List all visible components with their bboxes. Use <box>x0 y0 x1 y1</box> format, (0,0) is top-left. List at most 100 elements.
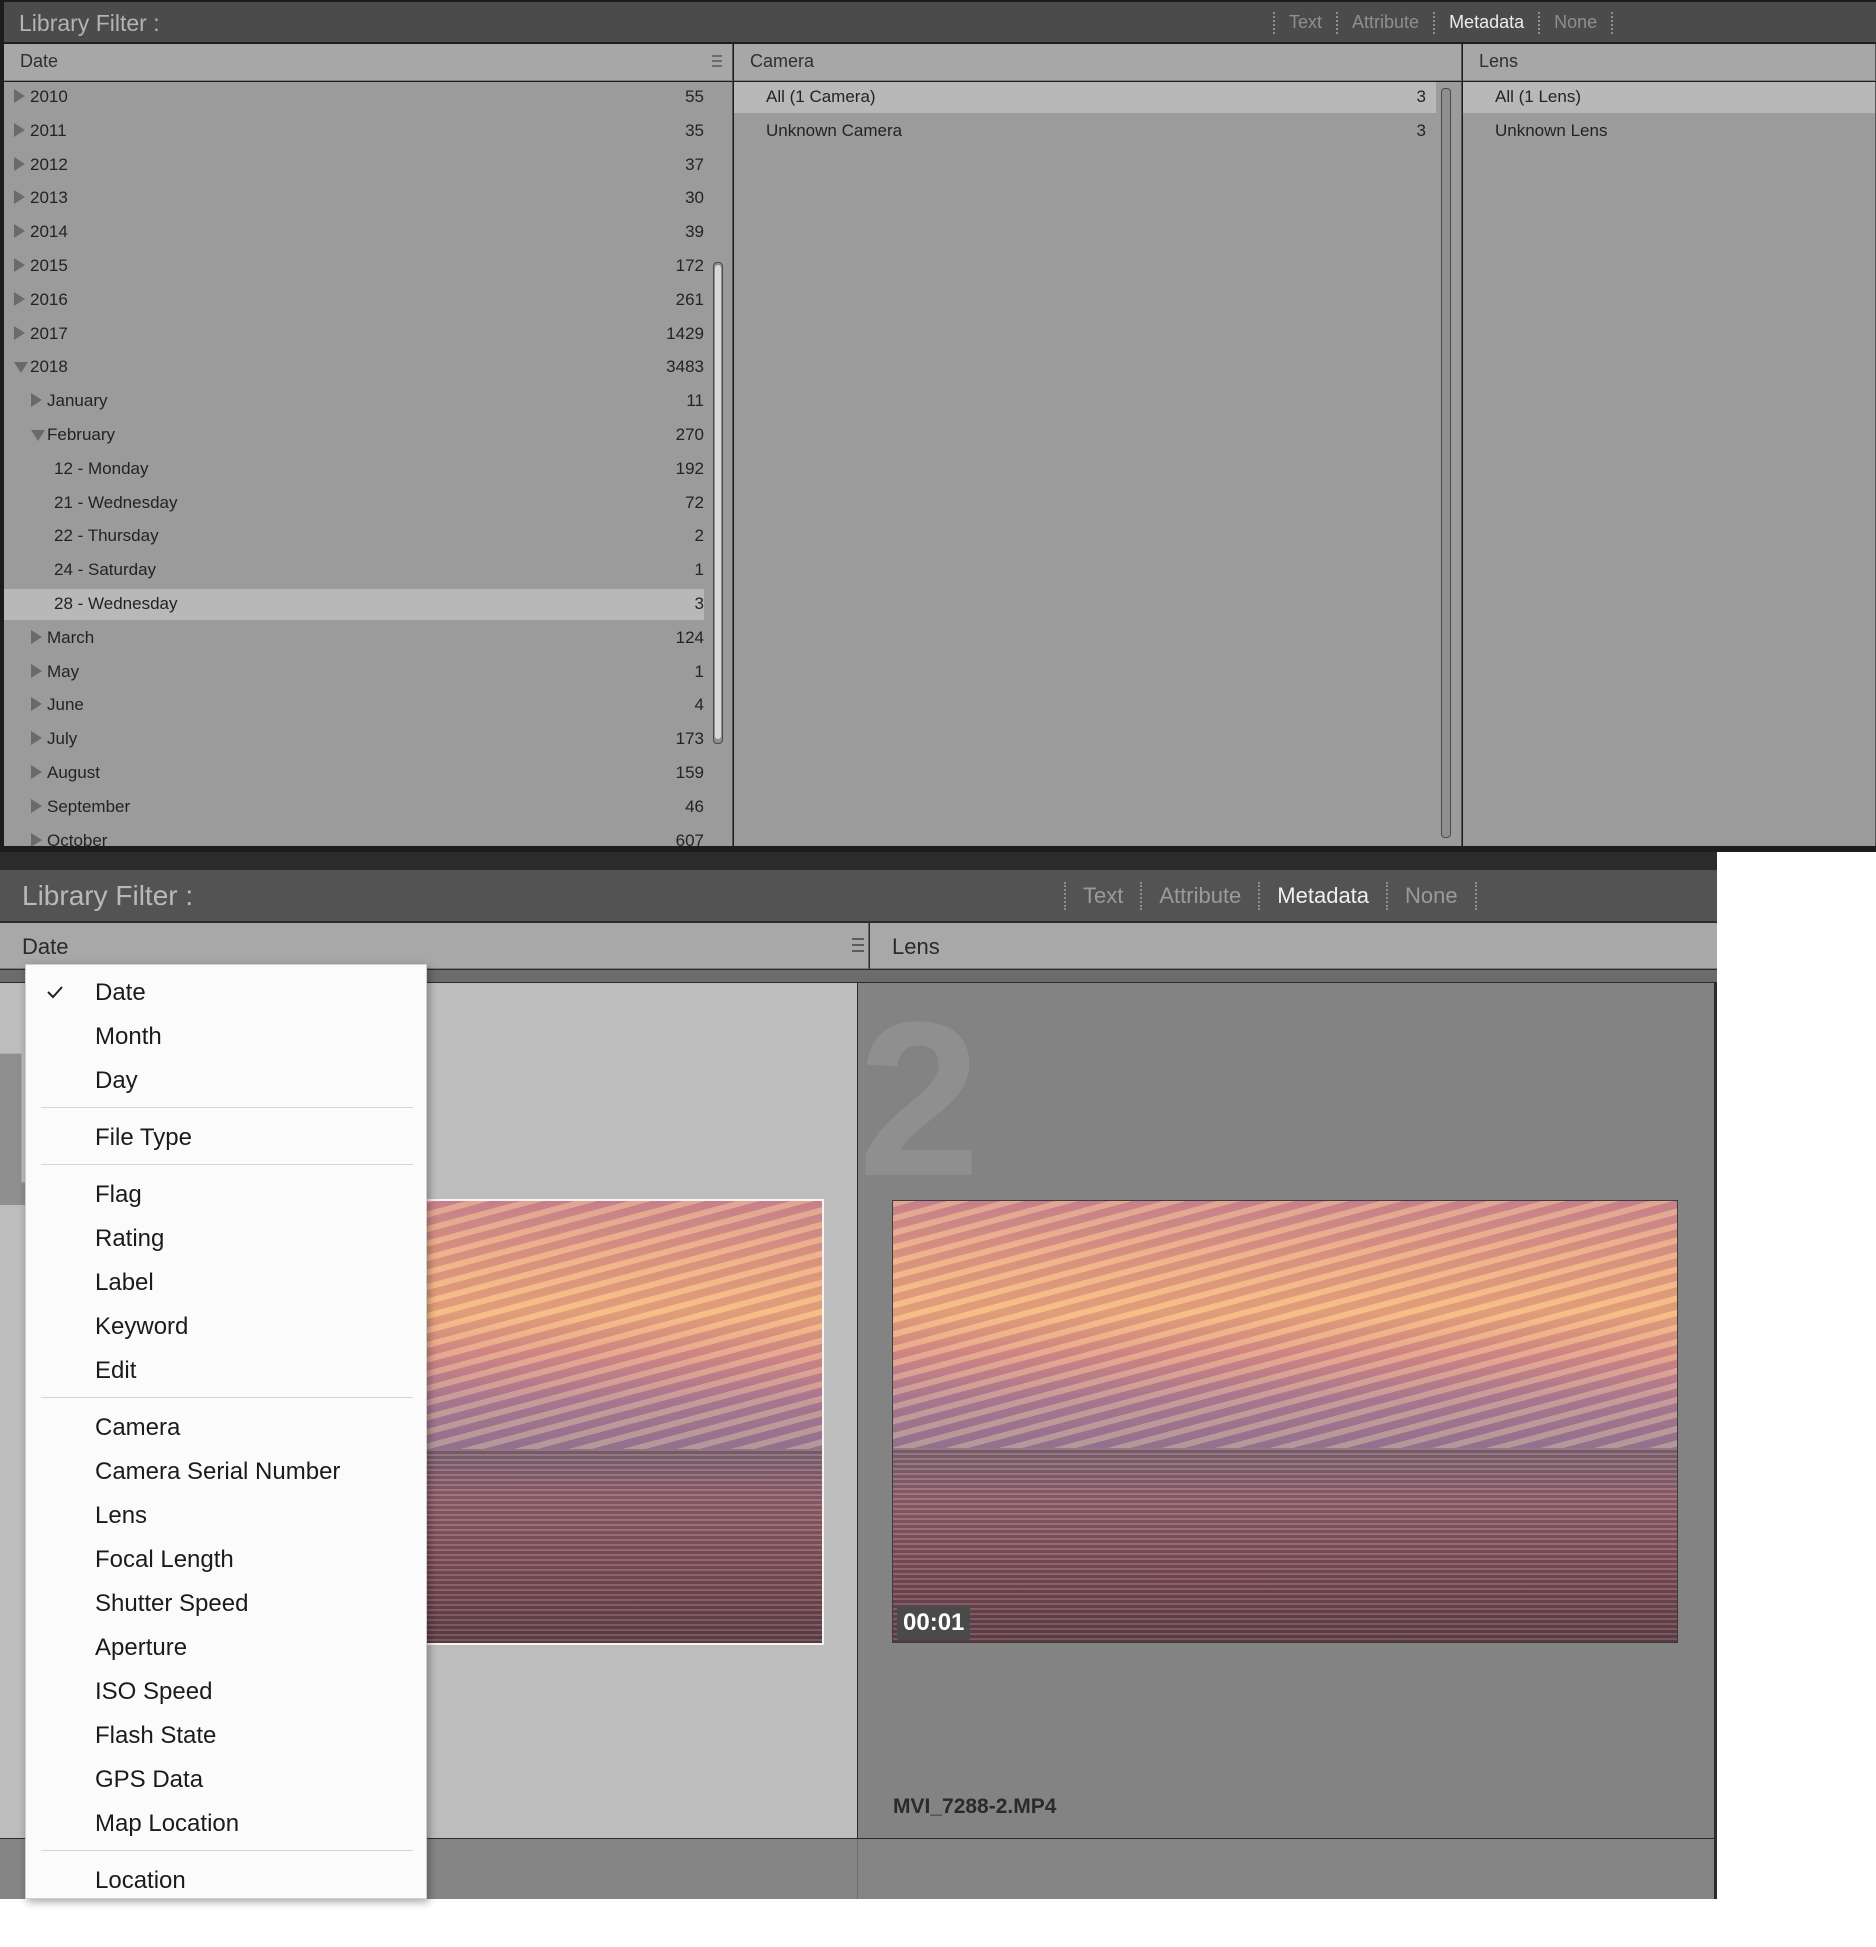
menu-item-label: Aperture <box>95 1634 188 1661</box>
tab-metadata[interactable]: Metadata <box>1277 883 1369 909</box>
disclosure-collapsed-icon[interactable] <box>31 731 42 746</box>
menu-item-map-location[interactable]: Map Location <box>26 1804 426 1844</box>
disclosure-collapsed-icon[interactable] <box>14 325 25 340</box>
menu-item-month[interactable]: Month <box>26 1017 426 1057</box>
date-column-list: 2010 55 2011 35 2012 37 2013 30 2014 39 2015 172 201… <box>4 82 733 846</box>
date-row-label: June <box>47 695 84 715</box>
date-row-count: 11 <box>686 391 704 411</box>
date-row[interactable]: August 159 <box>4 758 704 789</box>
disclosure-collapsed-icon[interactable] <box>14 291 25 306</box>
date-row[interactable]: 28 - Wednesday 3 <box>4 589 704 620</box>
disclosure-expanded-icon[interactable] <box>14 362 28 374</box>
date-row[interactable]: 2013 30 <box>4 183 704 214</box>
disclosure-collapsed-icon[interactable] <box>14 190 25 205</box>
date-row[interactable]: 12 - Monday 192 <box>4 454 704 485</box>
date-row[interactable]: 2011 35 <box>4 116 704 147</box>
date-row[interactable]: 2016 261 <box>4 285 704 316</box>
date-row[interactable]: 2018 3483 <box>4 352 704 383</box>
menu-item-keyword[interactable]: Keyword <box>26 1307 426 1347</box>
menu-item-flag[interactable]: Flag <box>26 1175 426 1215</box>
menu-item-flash-state[interactable]: Flash State <box>26 1716 426 1756</box>
tab-text[interactable]: Text <box>1083 883 1123 909</box>
thumbnail-image[interactable] <box>410 1199 824 1645</box>
menu-item-shutter-speed[interactable]: Shutter Speed <box>26 1584 426 1624</box>
tab-none[interactable]: None <box>1554 12 1597 33</box>
camera-row[interactable]: Unknown Camera 3 <box>734 116 1436 147</box>
menu-item-label: Camera Serial Number <box>95 1458 341 1485</box>
date-row-count: 124 <box>675 627 704 647</box>
date-row[interactable]: January 11 <box>4 386 704 417</box>
date-column-header[interactable]: Date <box>0 923 869 969</box>
disclosure-collapsed-icon[interactable] <box>31 798 42 813</box>
menu-item-rating[interactable]: Rating <box>26 1219 426 1259</box>
date-row[interactable]: September 46 <box>4 792 704 823</box>
menu-item-label: Shutter Speed <box>95 1590 249 1617</box>
menu-item-camera[interactable]: Camera <box>26 1408 426 1448</box>
disclosure-collapsed-icon[interactable] <box>31 765 42 779</box>
date-row[interactable]: 21 - Wednesday 72 <box>4 488 704 519</box>
camera-row[interactable]: All (1 Camera) 3 <box>734 82 1436 113</box>
menu-separator <box>41 1850 413 1851</box>
grid-cell-2[interactable]: 2 00:01 <box>858 976 1714 1838</box>
date-row[interactable]: March 124 <box>4 623 704 654</box>
lens-row-label: All (1 Lens) <box>1495 87 1581 106</box>
tab-attribute[interactable]: Attribute <box>1352 12 1419 33</box>
lens-column-header[interactable]: Lens <box>870 923 1717 969</box>
date-row-label: 2012 <box>30 154 68 174</box>
menu-item-location[interactable]: Location <box>26 1861 426 1901</box>
lens-row[interactable]: Unknown Lens <box>1463 116 1875 147</box>
disclosure-collapsed-icon[interactable] <box>31 629 42 644</box>
date-row[interactable]: May 1 <box>4 657 704 688</box>
date-row[interactable]: 24 - Saturday 1 <box>4 555 704 586</box>
date-row[interactable]: 2017 1429 <box>4 319 704 350</box>
menu-item-date[interactable]: Date <box>26 973 426 1013</box>
disclosure-collapsed-icon[interactable] <box>31 393 42 408</box>
date-row[interactable]: 2012 37 <box>4 150 704 181</box>
disclosure-collapsed-icon[interactable] <box>14 122 25 137</box>
date-row[interactable]: 2015 172 <box>4 251 704 282</box>
date-scrollbar-thumb[interactable] <box>715 265 721 739</box>
date-row[interactable]: 2010 55 <box>4 82 704 113</box>
column-menu-icon[interactable] <box>712 54 722 68</box>
menu-item-label: Camera <box>95 1414 181 1441</box>
date-column-header[interactable]: Date <box>4 44 733 81</box>
disclosure-collapsed-icon[interactable] <box>31 832 42 846</box>
date-row[interactable]: October 607 <box>4 826 704 846</box>
tab-metadata[interactable]: Metadata <box>1449 12 1524 33</box>
menu-item-edit[interactable]: Edit <box>26 1351 426 1391</box>
tab-none[interactable]: None <box>1405 883 1458 909</box>
menu-item-iso-speed[interactable]: ISO Speed <box>26 1672 426 1712</box>
disclosure-collapsed-icon[interactable] <box>14 156 25 171</box>
disclosure-collapsed-icon[interactable] <box>31 663 42 678</box>
disclosure-collapsed-icon[interactable] <box>14 258 25 272</box>
menu-item-label: Month <box>95 1023 162 1050</box>
menu-item-day[interactable]: Day <box>26 1061 426 1101</box>
disclosure-collapsed-icon[interactable] <box>14 224 25 239</box>
date-row[interactable]: 2014 39 <box>4 217 704 248</box>
menu-item-aperture[interactable]: Aperture <box>26 1628 426 1668</box>
video-thumbnail[interactable]: 00:01 <box>892 1200 1678 1643</box>
date-row[interactable]: 22 - Thursday 2 <box>4 521 704 552</box>
date-row[interactable]: July 173 <box>4 724 704 755</box>
tab-separator <box>1386 882 1389 910</box>
menu-item-lens[interactable]: Lens <box>26 1496 426 1536</box>
menu-item-camera-serial-number[interactable]: Camera Serial Number <box>26 1452 426 1492</box>
date-scrollbar[interactable] <box>713 262 723 744</box>
disclosure-collapsed-icon[interactable] <box>14 89 25 103</box>
menu-item-file-type[interactable]: File Type <box>26 1118 426 1158</box>
camera-column-header[interactable]: Camera <box>734 44 1462 81</box>
menu-item-gps-data[interactable]: GPS Data <box>26 1760 426 1800</box>
video-duration-badge: 00:01 <box>897 1606 971 1640</box>
column-menu-icon[interactable] <box>852 937 864 953</box>
menu-item-label[interactable]: Label <box>26 1263 426 1303</box>
disclosure-collapsed-icon[interactable] <box>31 697 42 712</box>
date-row[interactable]: February 270 <box>4 420 704 451</box>
lens-row[interactable]: All (1 Lens) <box>1463 82 1875 113</box>
tab-attribute[interactable]: Attribute <box>1159 883 1241 909</box>
tab-text[interactable]: Text <box>1289 12 1322 33</box>
date-row[interactable]: June 4 <box>4 690 704 721</box>
camera-scrollbar[interactable] <box>1441 88 1451 838</box>
lens-column-header[interactable]: Lens <box>1463 44 1876 81</box>
disclosure-expanded-icon[interactable] <box>31 430 45 441</box>
menu-item-focal-length[interactable]: Focal Length <box>26 1540 426 1580</box>
